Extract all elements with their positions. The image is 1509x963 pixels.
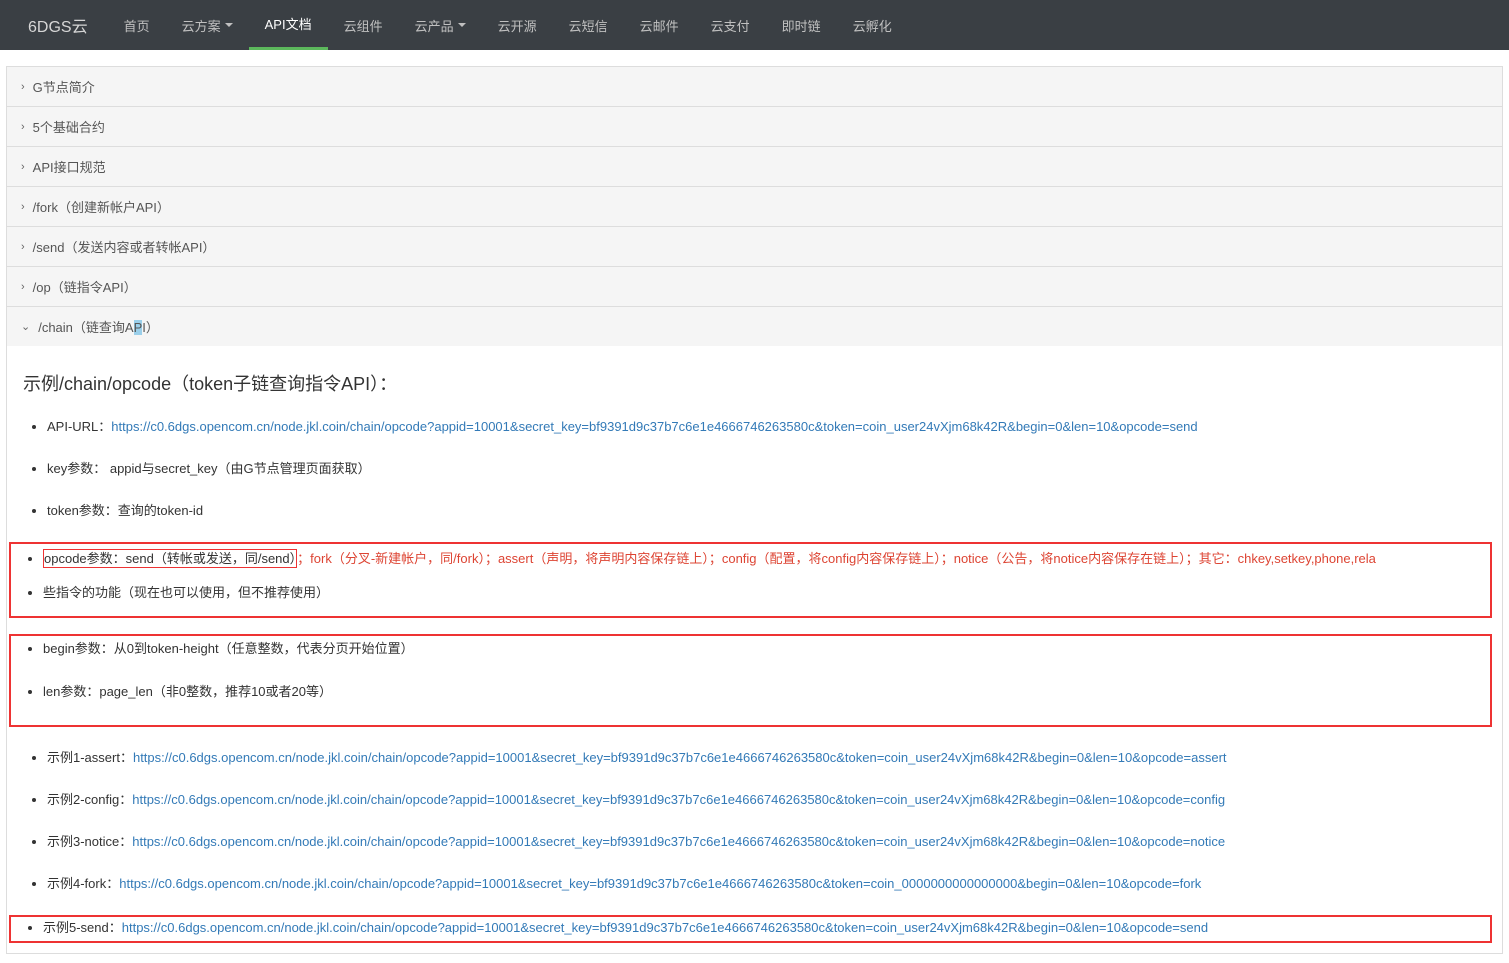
list-item: API-URL：https://c0.6dgs.opencom.cn/node.…	[47, 416, 1492, 438]
panel-label: API接口规范	[33, 157, 106, 176]
chevron-right-icon: ›	[21, 121, 25, 133]
accordion-panel: › /send（发送内容或者转帐API）	[6, 226, 1503, 267]
panel-label: 5个基础合约	[33, 117, 105, 136]
accordion-header[interactable]: › /fork（创建新帐户API）	[7, 187, 1502, 226]
example-link-assert[interactable]: https://c0.6dgs.opencom.cn/node.jkl.coin…	[133, 750, 1227, 765]
list-item: 示例1-assert：https://c0.6dgs.opencom.cn/no…	[47, 747, 1492, 769]
nav-item[interactable]: API文档	[249, 0, 328, 50]
example-link-config[interactable]: https://c0.6dgs.opencom.cn/node.jkl.coin…	[132, 792, 1225, 807]
accordion-header[interactable]: › /op（链指令API）	[7, 267, 1502, 306]
panel-label: G节点简介	[33, 77, 95, 96]
highlight-box-send: 示例5-send：https://c0.6dgs.opencom.cn/node…	[9, 915, 1492, 943]
panel-label: /op（链指令API）	[33, 277, 137, 296]
list-item: opcode参数：send（转帐或发送，同/send）；fork（分叉-新建帐户…	[43, 548, 1488, 570]
accordion-panel: › /fork（创建新帐户API）	[6, 186, 1503, 227]
accordion-header[interactable]: › G节点简介	[7, 67, 1502, 106]
panel-body: 示例/chain/opcode（token子链查询指令API）： API-URL…	[7, 346, 1502, 953]
caret-down-icon	[225, 23, 233, 27]
list-item: 些指令的功能（现在也可以使用，但不推荐使用）	[43, 582, 1488, 604]
chevron-right-icon: ›	[21, 161, 25, 173]
content-list: API-URL：https://c0.6dgs.opencom.cn/node.…	[17, 416, 1492, 522]
nav-item[interactable]: 云短信	[553, 0, 624, 50]
list-item: token参数：查询的token-id	[47, 500, 1492, 522]
chevron-right-icon: ›	[21, 201, 25, 213]
list-item: begin参数：从0到token-height（任意整数，代表分页开始位置）	[43, 638, 1488, 660]
accordion-panel-chain: ⌄ /chain（链查询API） 示例/chain/opcode（token子链…	[6, 306, 1503, 954]
list-item: 示例3-notice：https://c0.6dgs.opencom.cn/no…	[47, 831, 1492, 853]
chevron-down-icon: ⌄	[21, 320, 30, 333]
accordion-header[interactable]: › API接口规范	[7, 147, 1502, 186]
chevron-right-icon: ›	[21, 81, 25, 93]
panel-label: /chain（链查询API）	[38, 317, 159, 336]
nav-item[interactable]: 首页	[108, 0, 166, 50]
highlight-box-opcode: opcode参数：send（转帐或发送，同/send）；fork（分叉-新建帐户…	[9, 542, 1492, 618]
nav-item[interactable]: 云组件	[328, 0, 399, 50]
caret-down-icon	[458, 23, 466, 27]
accordion-header[interactable]: › 5个基础合约	[7, 107, 1502, 146]
section-heading: 示例/chain/opcode（token子链查询指令API）：	[23, 370, 1492, 396]
top-navbar: 6DGS云 首页云方案API文档云组件云产品云开源云短信云邮件云支付即时链云孵化	[0, 0, 1509, 50]
panel-label: /send（发送内容或者转帐API）	[33, 237, 216, 256]
list-item: 示例5-send：https://c0.6dgs.opencom.cn/node…	[43, 917, 1488, 939]
api-url-link[interactable]: https://c0.6dgs.opencom.cn/node.jkl.coin…	[111, 419, 1197, 434]
highlighted-text: P	[134, 320, 143, 335]
list-item: 示例2-config：https://c0.6dgs.opencom.cn/no…	[47, 789, 1492, 811]
example-link-send[interactable]: https://c0.6dgs.opencom.cn/node.jkl.coin…	[122, 920, 1208, 935]
accordion-panel: › /op（链指令API）	[6, 266, 1503, 307]
example-link-fork[interactable]: https://c0.6dgs.opencom.cn/node.jkl.coin…	[119, 876, 1201, 891]
main-container: › G节点简介 › 5个基础合约 › API接口规范 › /fork（创建新帐户API） › /s…	[0, 50, 1509, 963]
panel-label: /fork（创建新帐户API）	[33, 197, 170, 216]
nav-item[interactable]: 云开源	[482, 0, 553, 50]
accordion-panel: › API接口规范	[6, 146, 1503, 187]
chevron-right-icon: ›	[21, 281, 25, 293]
chevron-right-icon: ›	[21, 241, 25, 253]
accordion-panel: › 5个基础合约	[6, 106, 1503, 147]
nav-items: 首页云方案API文档云组件云产品云开源云短信云邮件云支付即时链云孵化	[108, 0, 908, 50]
brand[interactable]: 6DGS云	[16, 13, 100, 37]
accordion-header[interactable]: › /send（发送内容或者转帐API）	[7, 227, 1502, 266]
list-item: key参数： appid与secret_key（由G节点管理页面获取）	[47, 458, 1492, 480]
accordion-header-chain[interactable]: ⌄ /chain（链查询API）	[7, 307, 1502, 346]
nav-item[interactable]: 云支付	[695, 0, 766, 50]
list-item: 示例4-fork：https://c0.6dgs.opencom.cn/node…	[47, 873, 1492, 895]
highlight-box-params: begin参数：从0到token-height（任意整数，代表分页开始位置） l…	[9, 634, 1492, 726]
nav-item[interactable]: 云孵化	[837, 0, 908, 50]
accordion-panel: › G节点简介	[6, 66, 1503, 107]
nav-item[interactable]: 即时链	[766, 0, 837, 50]
nav-item[interactable]: 云方案	[166, 0, 249, 50]
nav-item[interactable]: 云邮件	[624, 0, 695, 50]
nav-item[interactable]: 云产品	[399, 0, 482, 50]
list-item: len参数：page_len（非0整数，推荐10或者20等）	[43, 681, 1488, 703]
example-link-notice[interactable]: https://c0.6dgs.opencom.cn/node.jkl.coin…	[132, 834, 1225, 849]
